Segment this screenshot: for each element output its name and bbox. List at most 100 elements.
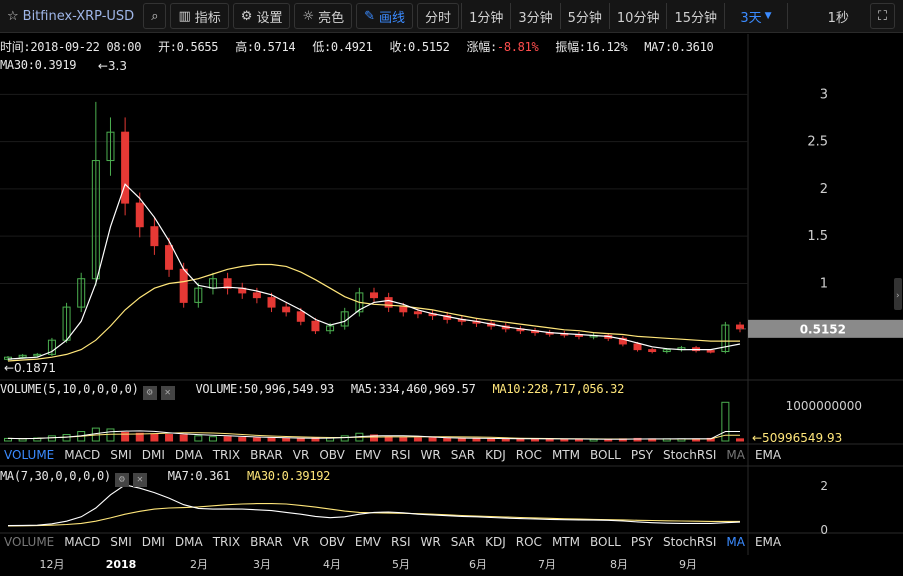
tab-dma[interactable]: DMA	[171, 535, 209, 553]
tab-psy[interactable]: PSY	[627, 448, 659, 466]
interval-4[interactable]: 10分钟	[610, 3, 667, 29]
fullscreen-button[interactable]: ⛶	[869, 3, 895, 29]
interval-dropdown[interactable]: 3天 ▼	[725, 3, 787, 29]
indicators-button[interactable]: ▥ 指标	[170, 3, 229, 29]
tab-boll[interactable]: BOLL	[586, 448, 627, 466]
draw-button[interactable]: ✎ 画线	[356, 3, 414, 29]
volume-panel-header: VOLUME(5,10,0,0,0,0) ⚙ ✕ VOLUME:50,996,549…	[0, 382, 624, 400]
x-tick-label: 4月	[323, 558, 341, 571]
tab-roc[interactable]: ROC	[512, 448, 548, 466]
info-ma7: MA7:0.3610	[644, 40, 714, 54]
volume-bar	[135, 432, 144, 442]
star-icon[interactable]: ☆	[7, 9, 19, 24]
tab-volume[interactable]: VOLUME	[0, 448, 60, 466]
info-time: 时间:2018-09-22 08:00	[0, 40, 142, 54]
tab-stochrsi[interactable]: StochRSI	[659, 448, 722, 466]
volume-bar	[692, 438, 701, 442]
tab-stochrsi[interactable]: StochRSI	[659, 535, 722, 553]
candle-body	[516, 328, 525, 332]
close-icon[interactable]: ✕	[132, 473, 147, 487]
tab-brar[interactable]: BRAR	[246, 448, 289, 466]
tab-macd[interactable]: MACD	[60, 535, 106, 553]
tab-kdj[interactable]: KDJ	[481, 448, 512, 466]
volume-ma10-line	[7, 432, 740, 440]
interval-5[interactable]: 15分钟	[667, 3, 724, 29]
candle-body	[296, 311, 305, 322]
volume-bar	[223, 436, 232, 442]
volume-bar	[267, 437, 276, 442]
tab-roc[interactable]: ROC	[512, 535, 548, 553]
tab-ema[interactable]: EMA	[751, 535, 787, 553]
interval-1[interactable]: 1分钟	[462, 3, 510, 29]
tab-dmi[interactable]: DMI	[138, 448, 171, 466]
candle-body	[282, 306, 291, 313]
draw-label: 画线	[379, 10, 406, 26]
tab-ma[interactable]: MA	[722, 448, 751, 466]
chevron-right-icon: ›	[896, 291, 900, 301]
interval-label: 分时	[425, 10, 452, 26]
gear-icon[interactable]: ⚙	[114, 473, 129, 487]
volume-bar	[62, 434, 71, 442]
candle-body	[106, 131, 115, 162]
symbol-selector[interactable]: ☆ Bitfinex-XRP-USD	[0, 3, 141, 29]
tab-smi[interactable]: SMI	[106, 535, 138, 553]
gear-icon[interactable]: ⚙	[142, 386, 157, 400]
tab-vr[interactable]: VR	[289, 448, 316, 466]
tab-dmi[interactable]: DMI	[138, 535, 171, 553]
max-price-marker: ←3.3	[98, 59, 127, 73]
interval-3[interactable]: 5分钟	[561, 3, 609, 29]
tab-vr[interactable]: VR	[289, 535, 316, 553]
candle-body	[574, 334, 583, 337]
volume-bar	[208, 436, 217, 442]
tab-smi[interactable]: SMI	[106, 448, 138, 466]
tab-trix[interactable]: TRIX	[209, 535, 246, 553]
tab-obv[interactable]: OBV	[315, 535, 351, 553]
volume-bar	[589, 438, 598, 442]
tab-sar[interactable]: SAR	[447, 448, 481, 466]
tab-rsi[interactable]: RSI	[387, 448, 417, 466]
volume-ma5-line	[7, 430, 740, 440]
refresh-rate[interactable]: 1秒	[821, 3, 856, 29]
tab-mtm[interactable]: MTM	[548, 448, 586, 466]
candle-body	[472, 320, 481, 324]
tab-sar[interactable]: SAR	[447, 535, 481, 553]
candle-body	[18, 354, 27, 358]
candle-body	[238, 287, 247, 294]
tab-mtm[interactable]: MTM	[548, 535, 586, 553]
interval-0[interactable]: 分时	[417, 3, 460, 29]
tab-macd[interactable]: MACD	[60, 448, 106, 466]
candle-body	[326, 325, 335, 332]
volume-value: VOLUME:50,996,549.93	[195, 382, 334, 396]
tab-obv[interactable]: OBV	[315, 448, 351, 466]
tab-boll[interactable]: BOLL	[586, 535, 627, 553]
search-button[interactable]: ⌕	[143, 3, 167, 29]
min-price-marker: ←0.1871	[4, 361, 56, 375]
volume-bar	[4, 437, 12, 442]
tab-ema[interactable]: EMA	[751, 448, 787, 466]
settings-label: 设置	[256, 10, 283, 26]
theme-button[interactable]: ☼ 亮色	[294, 3, 353, 29]
y-tick-label: 1.5	[807, 229, 828, 244]
volume-bar	[311, 437, 320, 442]
candle-body	[311, 320, 320, 332]
last-price-label: 0.5152	[800, 322, 846, 336]
interval-2[interactable]: 3分钟	[511, 3, 559, 29]
tab-brar[interactable]: BRAR	[246, 535, 289, 553]
tab-psy[interactable]: PSY	[627, 535, 659, 553]
tab-kdj[interactable]: KDJ	[481, 535, 512, 553]
tab-dma[interactable]: DMA	[171, 448, 209, 466]
tab-ma[interactable]: MA	[722, 535, 751, 553]
volume-bar	[194, 435, 203, 442]
tab-wr[interactable]: WR	[417, 448, 447, 466]
tab-trix[interactable]: TRIX	[209, 448, 246, 466]
tab-volume[interactable]: VOLUME	[0, 535, 60, 553]
tab-emv[interactable]: EMV	[351, 448, 387, 466]
price-chart[interactable]: 3 2.5 2 1.5 1 ←3.3 ←0.1871 0.5152 1000000000 ←509…	[0, 0, 903, 576]
volume-bar	[399, 437, 408, 442]
tab-emv[interactable]: EMV	[351, 535, 387, 553]
candle-body	[501, 325, 510, 330]
close-icon[interactable]: ✕	[160, 386, 175, 400]
tab-rsi[interactable]: RSI	[387, 535, 417, 553]
settings-button[interactable]: ⚙ 设置	[232, 3, 291, 29]
tab-wr[interactable]: WR	[417, 535, 447, 553]
